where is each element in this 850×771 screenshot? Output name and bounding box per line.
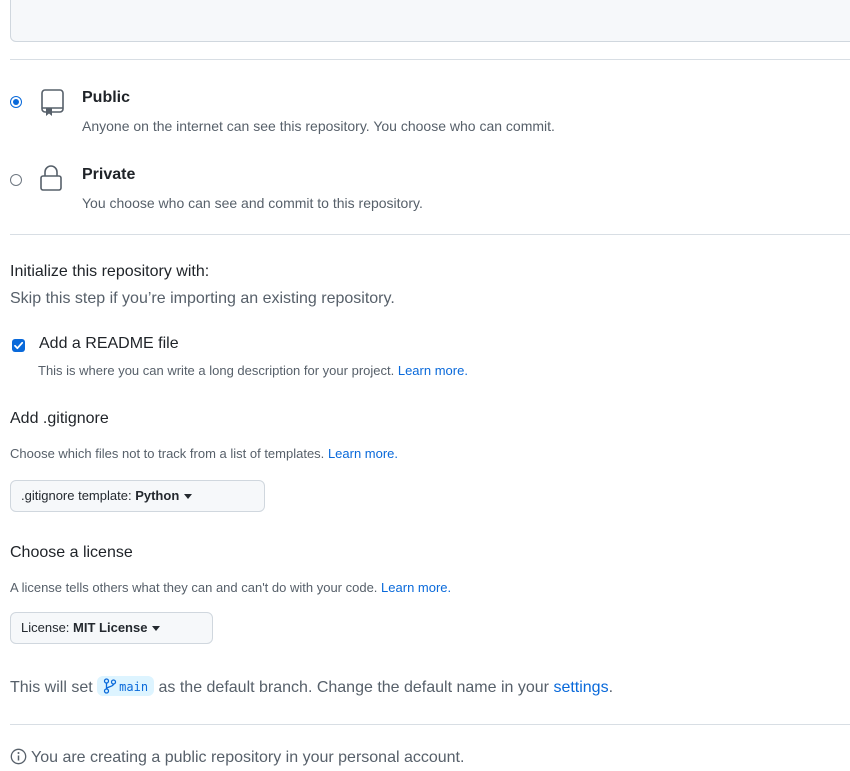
initialize-subheading: Skip this step if you’re importing an ex… (10, 290, 395, 307)
readme-description: This is where you can write a long descr… (38, 363, 468, 378)
gitignore-heading: Add .gitignore (10, 410, 109, 427)
public-radio[interactable] (10, 96, 22, 108)
chevron-down-icon (184, 494, 193, 500)
info-icon (10, 748, 27, 765)
license-description: A license tells others what they can and… (10, 580, 451, 595)
branch-name: main (119, 680, 149, 694)
branch-middle-text: as the default branch. Change the defaul… (158, 679, 549, 696)
gitignore-button-prefix: .gitignore template: (21, 488, 132, 503)
chevron-down-icon (152, 626, 161, 632)
checkmark-icon (14, 341, 24, 350)
default-branch-note: This will set main as the default branch… (10, 676, 613, 697)
new-repository-form: Public Anyone on the internet can see th… (0, 0, 850, 771)
license-button-prefix: License: (21, 620, 70, 635)
gitignore-template-button[interactable]: .gitignore template: Python (10, 480, 265, 512)
description-input[interactable] (10, 0, 850, 42)
public-title: Public (82, 89, 131, 106)
initialize-heading: Initialize this repository with: (10, 263, 210, 280)
divider (10, 724, 850, 725)
license-description-text: A license tells others what they can and… (10, 580, 378, 595)
license-button[interactable]: License: MIT License (10, 612, 213, 644)
settings-link[interactable]: settings (553, 679, 608, 696)
license-button-value: MIT License (73, 620, 148, 635)
gitignore-learn-more-link[interactable]: Learn more. (328, 446, 398, 461)
readme-description-text: This is where you can write a long descr… (38, 363, 395, 378)
license-learn-more-link[interactable]: Learn more. (381, 580, 451, 595)
gitignore-description-text: Choose which files not to track from a l… (10, 446, 325, 461)
readme-label[interactable]: Add a README file (39, 335, 179, 353)
license-heading: Choose a license (10, 544, 133, 561)
readme-checkbox[interactable] (12, 339, 25, 352)
repo-icon (40, 88, 66, 123)
public-description: Anyone on the internet can see this repo… (82, 118, 555, 134)
private-description: You choose who can see and commit to thi… (82, 195, 423, 211)
private-radio[interactable] (10, 174, 22, 186)
gitignore-button-value: Python (135, 488, 180, 503)
private-title: Private (82, 166, 136, 183)
divider (10, 234, 850, 235)
lock-icon (38, 164, 64, 199)
branch-suffix: . (608, 679, 614, 696)
notice-text: You are creating a public repository in … (31, 749, 465, 766)
branch-chip: main (97, 676, 155, 696)
git-branch-icon (103, 678, 117, 694)
divider (10, 59, 850, 60)
readme-learn-more-link[interactable]: Learn more. (398, 363, 468, 378)
gitignore-description: Choose which files not to track from a l… (10, 446, 398, 461)
public-repo-notice: You are creating a public repository in … (10, 748, 464, 767)
branch-prefix-text: This will set (10, 679, 93, 696)
